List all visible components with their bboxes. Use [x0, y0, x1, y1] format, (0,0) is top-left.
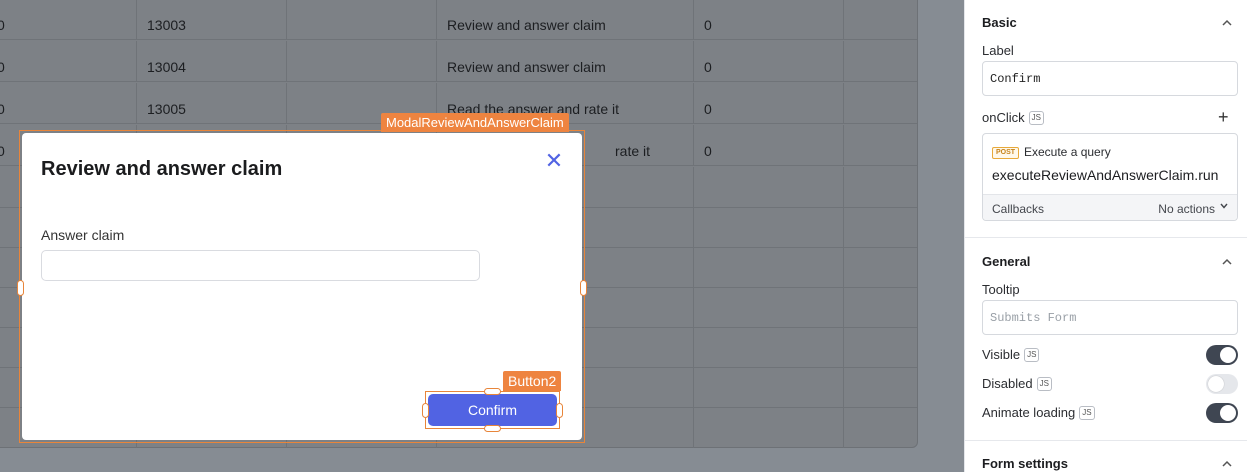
table-cell [287, 41, 437, 81]
visible-toggle[interactable] [1206, 345, 1238, 365]
table-cell: 13004 [137, 41, 287, 81]
tooltip-field-title: Tooltip [982, 282, 1020, 297]
section-general-title[interactable]: General [982, 254, 1030, 269]
table-cell: 0 [694, 0, 844, 39]
disabled-label: Disabled JS [982, 376, 1052, 391]
table-cell [287, 0, 437, 39]
section-divider [965, 237, 1247, 238]
table-cell: 0 [0, 83, 137, 123]
close-icon[interactable]: ✕ [543, 150, 565, 172]
section-form-settings-title[interactable]: Form settings [982, 456, 1068, 471]
button-resize-handle-left[interactable] [422, 403, 429, 418]
table-cell: 0 [0, 0, 137, 39]
visible-label: Visible JS [982, 347, 1040, 362]
tooltip-input[interactable] [982, 300, 1238, 335]
table-cell: 0 [694, 83, 844, 123]
inspector-panel: Basic Label onClickJS + POST Execute a q… [964, 0, 1247, 472]
table-row[interactable]: 0 13004 Review and answer claim 0 [0, 41, 917, 82]
table-cell: 0 [694, 125, 844, 165]
js-toggle[interactable]: JS [1079, 406, 1095, 420]
label-input[interactable] [982, 61, 1238, 96]
label-field-title: Label [982, 43, 1014, 58]
action-title: Execute a query [1024, 145, 1111, 159]
table-cell [844, 41, 919, 81]
modal-title: Review and answer claim [41, 158, 283, 180]
answer-claim-label: Answer claim [41, 227, 125, 243]
modal-resize-handle-left[interactable] [17, 280, 24, 296]
animate-loading-label: Animate loading JS [982, 405, 1095, 420]
chevron-up-icon[interactable] [1221, 256, 1233, 268]
section-basic-title[interactable]: Basic [982, 15, 1017, 30]
button-resize-handle-bottom[interactable] [484, 425, 501, 432]
table-row[interactable]: 0 13003 Review and answer claim 0 [0, 0, 917, 40]
js-toggle[interactable]: JS [1024, 348, 1040, 362]
table-cell: 13005 [137, 83, 287, 123]
answer-claim-input[interactable] [41, 250, 480, 281]
js-toggle[interactable]: JS [1036, 377, 1052, 391]
action-query: executeReviewAndAnswerClaim.run [992, 167, 1219, 183]
table-cell [844, 0, 919, 39]
chevron-up-icon[interactable] [1221, 17, 1233, 29]
modal-component-tag[interactable]: ModalReviewAndAnswerClaim [381, 113, 569, 132]
table-cell: Review and answer claim [437, 41, 694, 81]
table-cell: 13003 [137, 0, 287, 39]
button-resize-handle-right[interactable] [556, 403, 563, 418]
add-icon[interactable]: + [1218, 107, 1229, 128]
section-divider [965, 440, 1247, 441]
js-toggle[interactable]: JS [1028, 111, 1044, 125]
http-method-badge: POST [992, 147, 1020, 159]
callbacks-value: No actions [1158, 202, 1215, 216]
table-cell [844, 83, 919, 123]
table-cell: 0 [0, 41, 137, 81]
chevron-up-icon[interactable] [1221, 458, 1233, 470]
table-cell: 0 [694, 41, 844, 81]
chevron-down-icon[interactable] [1219, 201, 1229, 211]
event-handler-card[interactable]: POST Execute a query executeReviewAndAns… [982, 133, 1238, 221]
confirm-button[interactable]: Confirm [428, 394, 557, 426]
onclick-field-title: onClick JS [982, 110, 1044, 125]
modal-resize-handle-right[interactable] [580, 280, 587, 296]
animate-loading-toggle[interactable] [1206, 403, 1238, 423]
app-canvas: 0 13003 Review and answer claim 0 0 1300… [0, 0, 964, 472]
button-component-tag[interactable]: Button2 [503, 371, 562, 391]
disabled-toggle[interactable] [1206, 374, 1238, 394]
button-resize-handle-top[interactable] [484, 388, 501, 395]
table-cell: Review and answer claim [437, 0, 694, 39]
table-cell [844, 125, 919, 165]
callbacks-label: Callbacks [992, 202, 1045, 216]
callbacks-row[interactable]: Callbacks No actions [983, 194, 1237, 220]
